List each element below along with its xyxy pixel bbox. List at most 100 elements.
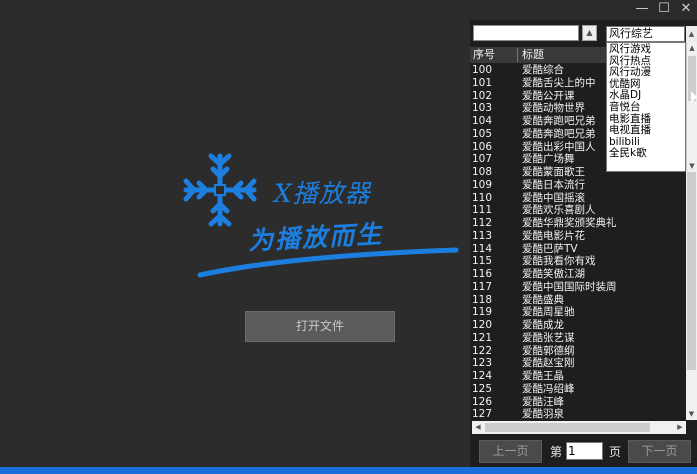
search-input[interactable] bbox=[473, 25, 579, 41]
table-header: 序号 标题 bbox=[470, 47, 607, 63]
page-prefix: 第 bbox=[550, 445, 563, 459]
row-title: 爱酷公开课 bbox=[522, 89, 575, 102]
row-title: 爱酷舌尖上的中 bbox=[522, 76, 596, 89]
scroll-right-icon[interactable]: ▶ bbox=[674, 421, 686, 434]
row-title: 爱酷笑傲江湖 bbox=[522, 268, 585, 280]
row-number: 107 bbox=[472, 153, 493, 166]
table-row[interactable]: 124 爱酷王晶 bbox=[472, 370, 687, 383]
row-title: 爱酷电影片花 bbox=[522, 229, 585, 242]
maximize-button[interactable]: ☐ bbox=[653, 0, 675, 18]
row-number: 102 bbox=[472, 89, 493, 102]
row-number: 124 bbox=[472, 370, 493, 382]
search-scroll-up-button[interactable]: ▲ bbox=[582, 25, 597, 41]
table-row[interactable]: 109 爱酷日本流行 bbox=[472, 179, 687, 192]
row-title: 爱酷出彩中国人 bbox=[522, 140, 596, 153]
table-row[interactable]: 112 爱酷华鼎奖颁奖典礼 bbox=[472, 217, 687, 230]
close-button[interactable]: ✕ bbox=[675, 0, 697, 18]
table-row[interactable]: 111 爱酷欢乐喜剧人 bbox=[472, 204, 687, 217]
table-row[interactable]: 126 爱酷汪峰 bbox=[472, 396, 687, 409]
table-row[interactable]: 121 爱酷张艺谋 bbox=[472, 332, 687, 345]
row-number: 125 bbox=[472, 382, 493, 395]
row-number: 115 bbox=[472, 255, 493, 268]
row-number: 104 bbox=[472, 115, 493, 127]
dropdown-scroll-down-icon[interactable]: ▼ bbox=[687, 160, 697, 172]
table-row[interactable]: 120 爱酷成龙 bbox=[472, 319, 687, 332]
row-title: 爱酷冯绍峰 bbox=[522, 382, 575, 395]
app-logo: X播放器 为播放而生 bbox=[178, 148, 468, 288]
row-number: 114 bbox=[472, 242, 493, 255]
row-title: 爱酷奔跑吧兄弟 bbox=[522, 127, 596, 140]
row-number: 117 bbox=[472, 280, 493, 293]
source-dropdown-list: 风行游戏 风行热点 风行动漫 优酷网 水晶DJ 音悦台 电影直播 电视直播 bilibili 全民… bbox=[606, 42, 686, 172]
row-title: 爱酷赵宝刚 bbox=[522, 357, 575, 370]
table-row[interactable]: 125 爱酷冯绍峰 bbox=[472, 383, 687, 396]
row-title: 爱酷中国摇滚 bbox=[522, 191, 585, 204]
minimize-button[interactable]: — bbox=[631, 0, 653, 18]
row-number: 127 bbox=[472, 408, 493, 420]
row-title: 爱酷欢乐喜剧人 bbox=[522, 204, 596, 217]
row-title: 爱酷成龙 bbox=[522, 319, 564, 331]
row-number: 111 bbox=[472, 204, 493, 217]
row-number: 126 bbox=[472, 395, 493, 408]
column-header-title[interactable]: 标题 bbox=[522, 47, 544, 63]
dropdown-option[interactable]: 全民k歌 bbox=[609, 148, 647, 160]
row-number: 123 bbox=[472, 357, 493, 370]
row-number: 120 bbox=[472, 319, 493, 331]
row-number: 110 bbox=[472, 191, 493, 204]
row-title: 爱酷广场舞 bbox=[522, 153, 575, 166]
page-number-input[interactable]: 1 bbox=[566, 442, 603, 460]
page-suffix: 页 bbox=[609, 445, 622, 459]
row-title: 爱酷动物世界 bbox=[522, 102, 585, 115]
row-title: 爱酷巴萨TV bbox=[522, 242, 578, 255]
dropdown-option[interactable]: 风行游戏 bbox=[609, 43, 651, 56]
bottom-accent-bar bbox=[0, 467, 697, 474]
table-row[interactable]: 123 爱酷赵宝刚 bbox=[472, 357, 687, 370]
source-select[interactable]: 风行综艺 bbox=[606, 26, 685, 42]
table-row[interactable]: 127 爱酷羽泉 bbox=[472, 408, 687, 420]
table-row[interactable]: 116 爱酷笑傲江湖 bbox=[472, 268, 687, 281]
column-header-num[interactable]: 序号 bbox=[473, 47, 495, 63]
row-number: 109 bbox=[472, 178, 493, 191]
row-number: 118 bbox=[472, 293, 493, 306]
row-number: 103 bbox=[472, 102, 493, 115]
table-horizontal-scrollbar[interactable]: ◀ ▶ bbox=[472, 421, 686, 434]
column-separator[interactable] bbox=[517, 48, 518, 62]
dropdown-option[interactable]: 音悦台 bbox=[609, 101, 641, 114]
row-title: 爱酷我看你有戏 bbox=[522, 255, 596, 268]
title-bar: — ☐ ✕ bbox=[0, 0, 697, 20]
row-number: 122 bbox=[472, 344, 493, 357]
chevron-up-icon[interactable]: ▲ bbox=[686, 26, 697, 42]
table-row[interactable]: 117 爱酷中国国际时装周 bbox=[472, 281, 687, 294]
table-row[interactable]: 113 爱酷电影片花 bbox=[472, 230, 687, 243]
row-title: 爱酷奔跑吧兄弟 bbox=[522, 115, 596, 127]
row-title: 爱酷羽泉 bbox=[522, 408, 564, 420]
dropdown-option[interactable]: 电视直播 bbox=[609, 125, 651, 137]
row-title: 爱酷中国国际时装周 bbox=[522, 280, 617, 293]
table-row[interactable]: 114 爱酷巴萨TV bbox=[472, 243, 687, 256]
next-page-button[interactable]: 下一页 bbox=[628, 440, 691, 463]
table-row[interactable]: 118 爱酷盛典 bbox=[472, 294, 687, 307]
row-title: 爱酷蒙面歌王 bbox=[522, 166, 585, 178]
dropdown-scrollbar[interactable]: ▲ ▼ bbox=[686, 42, 697, 172]
table-row[interactable]: 115 爱酷我看你有戏 bbox=[472, 255, 687, 268]
row-title: 爱酷郭德纲 bbox=[522, 344, 575, 357]
scroll-left-icon[interactable]: ◀ bbox=[472, 421, 484, 434]
row-number: 108 bbox=[472, 166, 493, 178]
table-row[interactable]: 122 爱酷郭德纲 bbox=[472, 345, 687, 358]
dropdown-scroll-up-icon[interactable]: ▲ bbox=[687, 42, 697, 54]
scroll-down-icon[interactable]: ▼ bbox=[686, 408, 697, 420]
row-title: 爱酷盛典 bbox=[522, 293, 564, 306]
row-number: 105 bbox=[472, 127, 493, 140]
row-title: 爱酷汪峰 bbox=[522, 395, 564, 408]
dropdown-option[interactable]: 风行动漫 bbox=[609, 67, 651, 79]
row-title: 爱酷日本流行 bbox=[522, 178, 585, 191]
row-title: 爱酷王晶 bbox=[522, 370, 564, 382]
horizontal-scroll-thumb[interactable] bbox=[485, 423, 650, 432]
table-row[interactable]: 110 爱酷中国摇滚 bbox=[472, 192, 687, 205]
logo-swoosh bbox=[197, 247, 459, 278]
row-number: 116 bbox=[472, 268, 493, 280]
open-file-button[interactable]: 打开文件 bbox=[245, 311, 395, 342]
prev-page-button[interactable]: 上一页 bbox=[479, 440, 542, 463]
table-row[interactable]: 119 爱酷周星驰 bbox=[472, 306, 687, 319]
row-number: 119 bbox=[472, 306, 493, 319]
